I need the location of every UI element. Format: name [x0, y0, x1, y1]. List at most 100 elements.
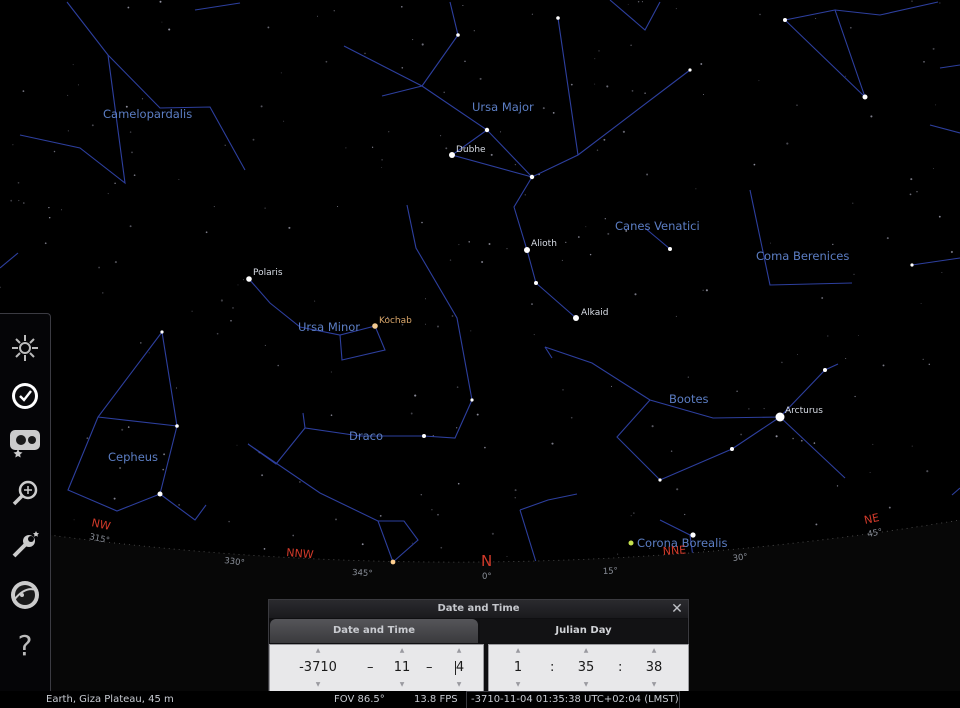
faint-star	[796, 104, 798, 106]
month-up-arrow-icon[interactable]: ▲	[385, 646, 419, 656]
faint-star	[411, 542, 413, 544]
faint-star	[870, 115, 873, 118]
constellation-lines	[0, 0, 960, 576]
tab-date-and-time[interactable]: Date and Time	[270, 619, 478, 643]
faint-star	[832, 243, 834, 246]
time-fields: ▲ 1 ▼ : ▲ 35 ▼ : ▲ 38 ▼	[488, 644, 689, 692]
date-fields: ▲ -3710 ▼ – ▲ 11 ▼ – ▲ 4 ▼	[269, 644, 484, 692]
month-spinbox[interactable]: ▲ 11 ▼	[385, 645, 419, 691]
status-bar: Earth, Giza Plateau, 45 m FOV 86.5° 13.8…	[0, 691, 960, 708]
faint-star	[424, 323, 426, 325]
faint-star	[577, 236, 580, 238]
faint-star	[637, 1, 640, 3]
faint-star	[551, 442, 554, 445]
day-value[interactable]: 4	[446, 659, 472, 677]
date-separator: –	[426, 660, 433, 675]
faint-star	[140, 342, 142, 344]
hour-value[interactable]: 1	[503, 659, 533, 677]
year-up-arrow-icon[interactable]: ▲	[292, 646, 344, 656]
faint-star	[700, 63, 703, 65]
tab-julian-day[interactable]: Julian Day	[480, 619, 687, 643]
year-value[interactable]: -3710	[292, 659, 344, 677]
day-up-arrow-icon[interactable]: ▲	[446, 646, 472, 656]
faint-star	[127, 6, 130, 9]
sky-display-icon[interactable]	[6, 329, 44, 367]
ocular-icon[interactable]	[6, 576, 44, 614]
faint-star	[121, 428, 124, 431]
hour-down-arrow-icon[interactable]: ▼	[503, 680, 533, 690]
faint-star	[800, 439, 803, 442]
faint-star	[849, 26, 852, 29]
faint-star	[941, 272, 943, 274]
second-up-arrow-icon[interactable]: ▲	[639, 646, 669, 656]
faint-star	[827, 335, 829, 337]
faint-star	[740, 433, 742, 436]
faint-star	[473, 30, 475, 32]
month-down-arrow-icon[interactable]: ▼	[385, 680, 419, 690]
faint-star	[514, 489, 517, 492]
second-spinbox[interactable]: ▲ 38 ▼	[639, 645, 669, 691]
faint-star	[288, 226, 291, 229]
faint-star	[514, 163, 517, 166]
faint-star	[939, 2, 941, 4]
faint-star	[299, 481, 301, 483]
status-location[interactable]: Earth, Giza Plateau, 45 m	[46, 691, 174, 708]
faint-star	[264, 344, 266, 346]
faint-star	[606, 85, 609, 88]
year-down-arrow-icon[interactable]: ▼	[292, 680, 344, 690]
faint-star	[91, 124, 94, 127]
faint-star	[178, 504, 180, 506]
faint-star	[449, 259, 452, 261]
hour-up-arrow-icon[interactable]: ▲	[503, 646, 533, 656]
faint-star	[687, 376, 689, 378]
clock-icon[interactable]	[6, 377, 44, 415]
faint-star	[758, 80, 760, 82]
cardinal-n: N	[481, 552, 492, 570]
status-fps: 13.8 FPS	[414, 694, 458, 705]
faint-star	[72, 64, 74, 66]
close-icon[interactable]: ✕	[669, 601, 685, 617]
date-separator: –	[367, 660, 374, 675]
faint-star	[506, 248, 508, 250]
hour-spinbox[interactable]: ▲ 1 ▼	[503, 645, 533, 691]
cardinal-nnw: NNW	[286, 546, 314, 561]
deg-15: 15°	[603, 566, 619, 577]
faint-star	[113, 497, 116, 500]
sky-culture-icon[interactable]	[6, 424, 44, 462]
faint-star	[882, 364, 885, 367]
help-icon[interactable]: ?	[6, 626, 44, 664]
faint-star	[119, 466, 122, 470]
minute-spinbox[interactable]: ▲ 35 ▼	[571, 645, 601, 691]
cardinal-nw: NW	[90, 516, 112, 533]
day-down-arrow-icon[interactable]: ▼	[446, 680, 472, 690]
time-separator: :	[618, 660, 623, 675]
minute-up-arrow-icon[interactable]: ▲	[571, 646, 601, 656]
day-spinbox[interactable]: ▲ 4 ▼	[446, 645, 472, 691]
minute-down-arrow-icon[interactable]: ▼	[571, 680, 601, 690]
faint-star	[594, 83, 596, 85]
faint-star	[451, 315, 454, 317]
faint-star	[131, 151, 133, 154]
month-value[interactable]: 11	[385, 659, 419, 677]
faint-star	[617, 553, 619, 555]
faint-star	[345, 147, 347, 149]
faint-star	[440, 546, 443, 549]
minute-value[interactable]: 35	[571, 659, 601, 677]
faint-star	[337, 206, 339, 207]
faint-star	[141, 98, 144, 100]
faint-star	[314, 300, 316, 302]
bright-stars	[157, 16, 914, 565]
status-datetime[interactable]: -3710-11-04 01:35:38 UTC+02:04 (LMST)	[471, 691, 679, 708]
faint-star	[421, 43, 424, 46]
search-icon[interactable]	[6, 474, 44, 512]
faint-star	[500, 131, 502, 133]
label-arcturus: Arcturus	[785, 406, 823, 416]
faint-star	[627, 4, 629, 6]
year-spinbox[interactable]: ▲ -3710 ▼	[292, 645, 344, 691]
second-down-arrow-icon[interactable]: ▼	[639, 680, 669, 690]
second-value[interactable]: 38	[639, 659, 669, 677]
settings-icon[interactable]	[6, 526, 44, 564]
faint-star	[748, 408, 750, 410]
faint-star	[561, 259, 563, 261]
faint-star	[161, 21, 163, 23]
